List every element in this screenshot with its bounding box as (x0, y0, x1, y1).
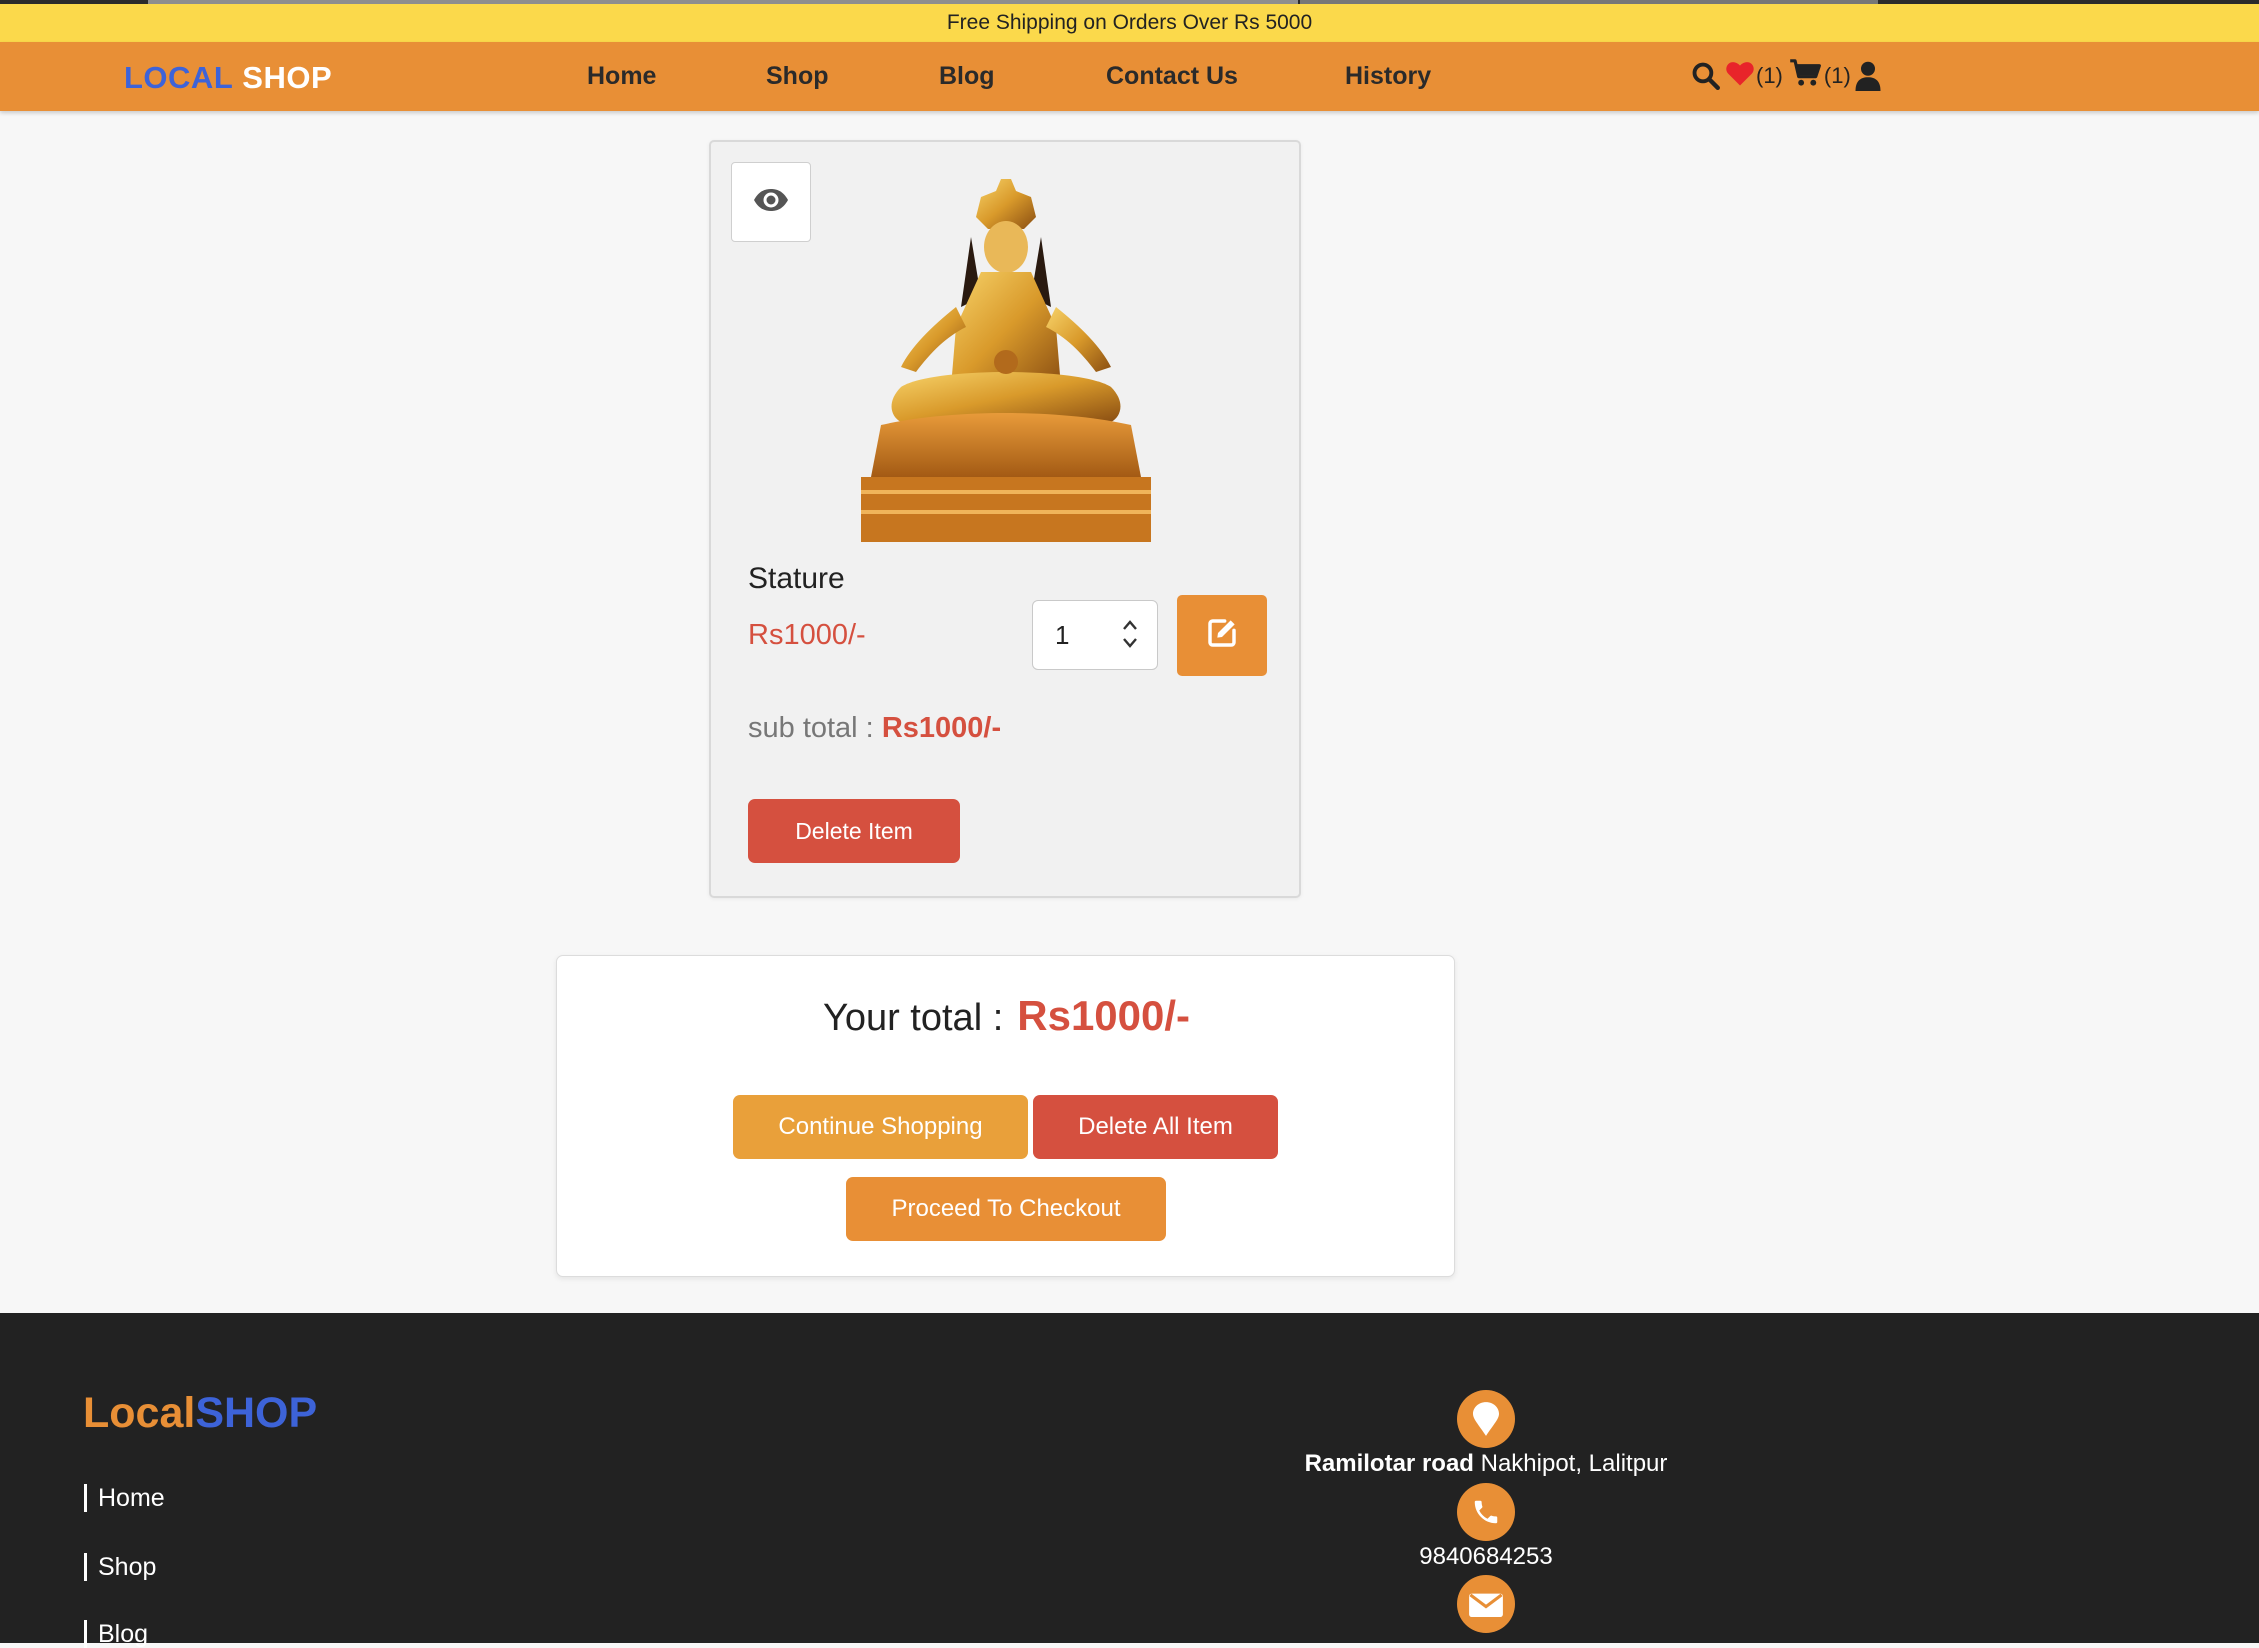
cart-total: Your total : Rs1000/- (557, 992, 1456, 1040)
address-bold: Ramilotar road (1304, 1450, 1474, 1477)
footer-logo-part-2: SHOP (195, 1389, 318, 1437)
cart-count: (1) (1823, 62, 1851, 88)
nav-contact-us[interactable]: Contact Us (1106, 62, 1238, 91)
promo-bar: Free Shipping on Orders Over Rs 5000 (0, 4, 2259, 42)
user-icon[interactable] (1855, 61, 1881, 91)
delete-all-items-button[interactable]: Delete All Item (1033, 1095, 1278, 1159)
navbar: LOCAL SHOP Home Shop Blog Contact Us Hist… (0, 42, 2259, 111)
footer-logo-part-1: Local (83, 1389, 196, 1437)
cart-link[interactable]: (1) (1789, 58, 1851, 93)
proceed-to-checkout-button[interactable]: Proceed To Checkout (846, 1177, 1166, 1241)
update-quantity-button[interactable] (1177, 595, 1267, 676)
wishlist-count: (1) (1756, 62, 1783, 88)
quantity-value: 1 (1055, 619, 1070, 650)
map-pin-icon (1457, 1390, 1515, 1448)
nav-blog[interactable]: Blog (939, 62, 995, 91)
product-name: Stature (748, 562, 845, 595)
logo-part-2: SHOP (242, 60, 333, 95)
nav-home[interactable]: Home (587, 62, 656, 91)
subtotal-label: sub total : (748, 712, 874, 744)
product-image (861, 179, 1151, 542)
product-price: Rs1000/- (748, 619, 866, 651)
heart-icon (1725, 59, 1755, 92)
cart-item-card: Stature Rs1000/- 1 sub total : Rs1000/- … (709, 140, 1301, 898)
site-logo[interactable]: LOCAL SHOP (124, 60, 332, 96)
view-item-button[interactable] (731, 162, 811, 242)
wishlist-link[interactable]: (1) (1725, 59, 1783, 92)
phone-icon (1457, 1483, 1515, 1541)
cart-summary-card: Your total : Rs1000/- Continue Shopping D… (556, 955, 1455, 1277)
logo-part-1: LOCAL (124, 60, 234, 95)
eye-icon (753, 188, 789, 217)
quantity-input[interactable]: 1 (1032, 600, 1158, 670)
footer: LocalSHOP Home Shop Blog Ramilotar road … (0, 1313, 2259, 1648)
cart-icon (1789, 58, 1823, 93)
subtotal-value: Rs1000/- (881, 712, 1002, 744)
footer-link-blog[interactable]: Blog (84, 1620, 148, 1648)
envelope-icon (1457, 1575, 1515, 1633)
footer-link-home[interactable]: Home (84, 1484, 165, 1512)
promo-text: Free Shipping on Orders Over Rs 5000 (946, 11, 1313, 34)
search-icon[interactable] (1690, 60, 1721, 91)
nav-history[interactable]: History (1345, 62, 1431, 91)
nav-icon-group: (1) (1) (1690, 58, 1881, 93)
total-value: Rs1000/- (1017, 992, 1191, 1039)
footer-address: Ramilotar road Nakhipot, Lalitpur (1186, 1450, 1786, 1478)
total-label: Your total : (822, 997, 1004, 1039)
footer-logo[interactable]: LocalSHOP (83, 1389, 317, 1438)
item-subtotal: sub total : Rs1000/- (748, 712, 1001, 745)
delete-item-button[interactable]: Delete Item (748, 799, 960, 863)
edit-icon (1206, 617, 1238, 654)
quantity-stepper[interactable] (1119, 617, 1141, 651)
nav-shop[interactable]: Shop (766, 62, 829, 91)
continue-shopping-button[interactable]: Continue Shopping (733, 1095, 1028, 1159)
footer-link-shop[interactable]: Shop (84, 1553, 156, 1581)
footer-phone: 9840684253 (1419, 1543, 1553, 1570)
address-rest: Nakhipot, Lalitpur (1480, 1450, 1668, 1477)
